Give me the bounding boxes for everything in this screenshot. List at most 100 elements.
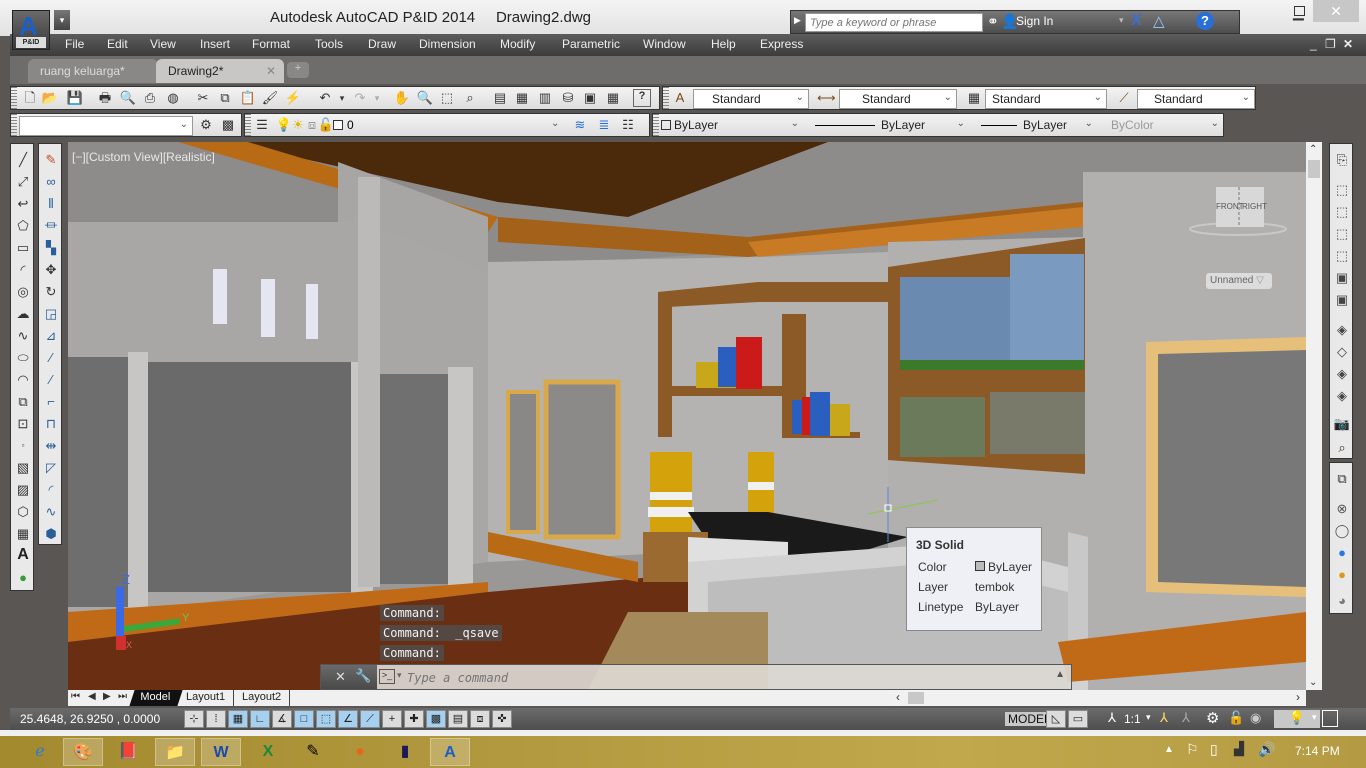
text-style-dropdown[interactable]: Standard ⌄ <box>693 89 809 109</box>
system-clock[interactable]: 7:14 PM <box>1295 744 1340 758</box>
help-icon[interactable]: ? <box>633 89 651 107</box>
quick-view-layouts-icon[interactable]: ◺ <box>1046 710 1066 728</box>
menu-insert[interactable]: Insert <box>200 37 230 51</box>
linetype-dropdown[interactable]: ByLayer ⌄ <box>809 116 969 136</box>
multiline-text-icon[interactable]: A <box>13 546 33 566</box>
make-current-layer-icon[interactable]: ≋ <box>571 116 589 134</box>
exchange-x-icon[interactable]: X <box>1131 12 1142 30</box>
properties-icon[interactable]: ▤ <box>491 89 509 107</box>
cut-icon[interactable]: ✂ <box>194 89 212 107</box>
zoom-window-icon[interactable]: ⬚ <box>438 89 456 107</box>
excel-icon[interactable]: X <box>248 738 288 766</box>
tool-palettes-icon[interactable]: ▥ <box>536 89 554 107</box>
spline-icon[interactable]: ∿ <box>13 326 33 346</box>
autodesk-a360-icon[interactable]: △ <box>1153 12 1165 30</box>
sign-in-link[interactable]: Sign In <box>1016 14 1053 28</box>
scroll-right-icon[interactable]: › <box>1296 690 1300 704</box>
table-style-icon[interactable]: ▦ <box>965 89 983 107</box>
color-dropdown[interactable]: ByLayer ⌄ <box>653 116 803 136</box>
table-style-dropdown[interactable]: Standard ⌄ <box>985 89 1107 109</box>
dynamic-ucs-toggle[interactable]: ⟋ <box>360 710 380 728</box>
close-command-line-icon[interactable]: ✕ <box>335 669 346 685</box>
array-icon[interactable]: ▚ <box>41 238 61 258</box>
previous-layout-icon[interactable]: ◀ <box>88 691 96 702</box>
point-icon[interactable]: ▫ <box>13 436 33 456</box>
binoculars-icon[interactable]: ⚭ <box>987 13 999 30</box>
annotation-monitor-toggle[interactable]: ✜ <box>492 710 512 728</box>
scroll-up-icon[interactable]: ⌃ <box>1309 144 1317 155</box>
annotation-scale-icon[interactable]: ⅄ <box>1108 710 1116 726</box>
customize-wrench-icon[interactable]: 🔧 <box>355 668 371 684</box>
quick-view-drawings-icon[interactable]: ▭ <box>1068 710 1088 728</box>
realistic-icon[interactable]: ● <box>1332 543 1352 563</box>
top-view-icon[interactable]: ⬚ <box>1332 180 1352 200</box>
3d-dwf-icon[interactable]: ◍ <box>164 89 182 107</box>
ellipse-icon[interactable]: ⬭ <box>13 348 33 368</box>
firefox-icon[interactable]: ● <box>340 738 380 766</box>
add-selected-icon[interactable]: ● <box>13 568 33 588</box>
design-center-icon[interactable]: ▦ <box>513 89 531 107</box>
plotstyle-dropdown[interactable]: ByColor ⌄ <box>1105 116 1223 136</box>
command-history-toggle-icon[interactable]: ▲ <box>1055 669 1065 680</box>
zoom-previous-icon[interactable]: ⌕ <box>461 89 479 107</box>
menu-dimension[interactable]: Dimension <box>419 37 476 51</box>
scroll-thumb[interactable] <box>908 692 924 704</box>
paint-icon[interactable]: 🎨 <box>63 738 103 766</box>
application-status-menu-icon[interactable]: ▾ <box>1312 712 1317 723</box>
quick-properties-toggle[interactable]: ▤ <box>448 710 468 728</box>
layer-properties-icon[interactable]: ☰ <box>253 116 271 134</box>
menu-tools[interactable]: Tools <box>315 37 343 51</box>
copy-object-icon[interactable]: ∞ <box>41 172 61 192</box>
menu-format[interactable]: Format <box>252 37 290 51</box>
wireframe-icon[interactable]: ⊗ <box>1332 499 1352 519</box>
redo-icon[interactable]: ↷ <box>351 89 369 107</box>
back-view-icon[interactable]: ▣ <box>1332 290 1352 310</box>
file-tab-drawing2[interactable]: Drawing2* ✕ <box>156 59 284 83</box>
internet-explorer-icon[interactable]: ℯ <box>20 738 60 766</box>
file-explorer-icon[interactable]: 📁 <box>155 738 195 766</box>
publish-icon[interactable]: ⎙ <box>141 89 159 107</box>
visual-styles-manager-icon[interactable]: ◕ <box>1332 591 1352 611</box>
erase-icon[interactable]: ✎ <box>41 150 61 170</box>
construction-line-icon[interactable]: ⤢ <box>13 172 33 192</box>
selection-cycling-toggle[interactable]: ⧈ <box>470 710 490 728</box>
menu-express[interactable]: Express <box>760 37 803 51</box>
dynamic-input-toggle[interactable]: + <box>382 710 402 728</box>
right-view-icon[interactable]: ⬚ <box>1332 246 1352 266</box>
menu-view[interactable]: View <box>150 37 176 51</box>
layer-states-icon[interactable]: ☷ <box>619 116 637 134</box>
help-icon[interactable]: ? <box>1196 12 1214 30</box>
search-input[interactable] <box>805 13 983 32</box>
hatch-icon[interactable]: ▧ <box>13 458 33 478</box>
hardware-acceleration-icon[interactable]: ◉ <box>1250 710 1261 726</box>
region-icon[interactable]: ⬡ <box>13 502 33 522</box>
workspace-dropdown[interactable]: ⌄ <box>19 116 193 136</box>
polyline-icon[interactable]: ↩ <box>13 194 33 214</box>
ne-isometric-icon[interactable]: ◈ <box>1332 364 1352 384</box>
menu-help[interactable]: Help <box>711 37 736 51</box>
conceptual-icon[interactable]: ● <box>1332 565 1352 585</box>
expand-arrow-icon[interactable]: ▶ <box>794 15 801 26</box>
redo-dropdown-icon[interactable]: ▾ <box>368 89 386 107</box>
viewcube-front-face[interactable]: FRONT <box>1216 202 1244 211</box>
book-app-icon[interactable]: 📕 <box>108 738 148 766</box>
tool-app-icon[interactable]: ✎ <box>293 738 333 766</box>
toolbar-lock-icon[interactable]: 🔓 <box>1228 710 1244 726</box>
make-block-icon[interactable]: ⊡ <box>13 414 33 434</box>
quick-access-dropdown[interactable]: ▾ <box>54 10 70 30</box>
autocad-taskbar-icon[interactable]: A <box>430 738 470 766</box>
lineweight-dropdown[interactable]: ByLayer ⌄ <box>975 116 1097 136</box>
doc-minimize-button[interactable]: _ <box>1310 37 1317 51</box>
2d-wireframe-icon[interactable]: ⧉ <box>1332 469 1352 489</box>
menu-modify[interactable]: Modify <box>500 37 535 51</box>
menu-edit[interactable]: Edit <box>107 37 128 51</box>
workspace-switching-gear-icon[interactable]: ⚙ <box>1206 709 1219 727</box>
auto-scale-icon[interactable]: ⅄ <box>1182 710 1190 726</box>
media-app-icon[interactable]: ▮ <box>385 738 425 766</box>
action-center-flag-icon[interactable]: ⚐ <box>1186 741 1199 758</box>
lineweight-toggle[interactable]: ✚ <box>404 710 424 728</box>
left-view-icon[interactable]: ⬚ <box>1332 224 1352 244</box>
transparency-toggle[interactable]: ▩ <box>426 710 446 728</box>
break-icon[interactable]: ⊓ <box>41 414 61 434</box>
mirror-icon[interactable]: ⫴ <box>41 194 61 214</box>
